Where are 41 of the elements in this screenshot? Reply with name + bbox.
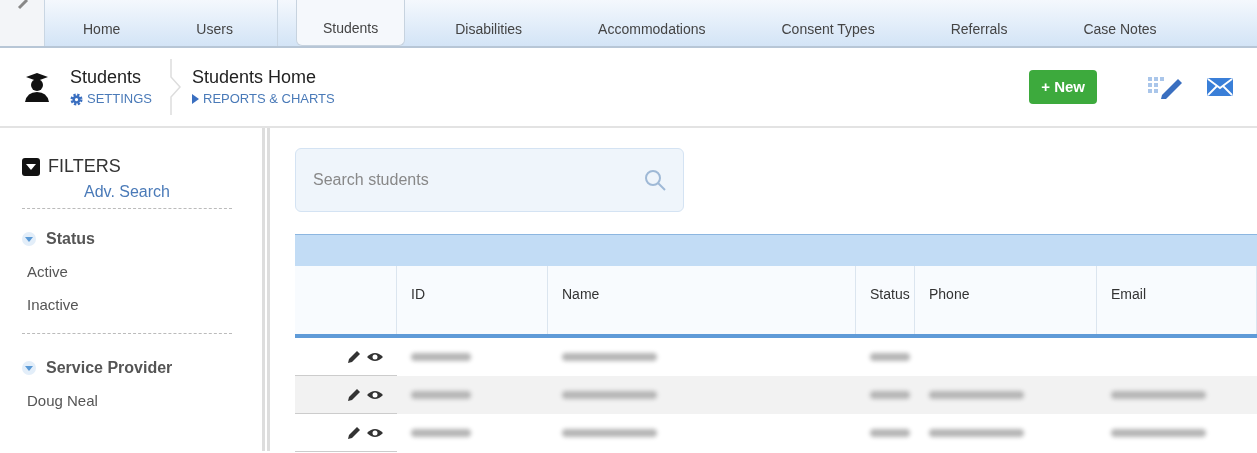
student-graduate-icon — [24, 72, 50, 102]
nav-tab[interactable]: Accommodations — [560, 0, 744, 46]
nav-tab[interactable]: Referrals — [912, 0, 1046, 46]
module-title: Students — [70, 66, 143, 90]
settings-icon — [70, 92, 83, 106]
triangle-icon — [192, 94, 199, 104]
edit-icon[interactable] — [347, 387, 361, 402]
filter-option[interactable]: Inactive — [27, 294, 79, 317]
search-input[interactable]: Search students — [313, 168, 644, 192]
column-header[interactable]: Email — [1111, 286, 1146, 302]
breadcrumb-separator — [170, 59, 182, 115]
edit-icon[interactable] — [347, 349, 361, 364]
column-header[interactable]: Phone — [929, 286, 970, 302]
filter-option[interactable]: Doug Neal — [27, 390, 98, 413]
search-field[interactable]: Search students — [295, 148, 684, 212]
view-icon[interactable] — [367, 389, 383, 400]
column-header[interactable]: Name — [562, 286, 600, 302]
grid-edit-icon[interactable] — [1147, 75, 1185, 99]
nav-tab[interactable]: Consent Types — [743, 0, 913, 46]
edit-icon[interactable] — [347, 425, 361, 440]
settings-link[interactable]: SETTINGS — [70, 89, 152, 109]
mail-icon[interactable] — [1207, 78, 1233, 96]
adv-search-link[interactable]: Adv. Search — [84, 180, 170, 204]
filter-option[interactable]: Active — [27, 261, 68, 284]
nav-tab[interactable]: Students — [295, 0, 406, 46]
filter-group-title[interactable]: Status — [46, 227, 95, 251]
view-icon[interactable] — [367, 427, 383, 438]
page-title: Students Home — [192, 66, 318, 90]
expanded-caret-icon[interactable] — [22, 361, 36, 375]
nav-tab[interactable]: Users — [158, 0, 271, 46]
column-header[interactable]: Status — [870, 286, 910, 302]
column-header[interactable]: ID — [411, 286, 425, 302]
nav-tab[interactable]: Disabilities — [417, 0, 561, 46]
filters-title: FILTERS — [48, 155, 121, 178]
view-icon[interactable] — [367, 351, 383, 362]
nav-tab[interactable]: Home — [45, 0, 159, 46]
collapse-icon[interactable] — [22, 157, 40, 176]
nav-tab[interactable]: Case Notes — [1045, 0, 1195, 46]
filter-group-title[interactable]: Service Provider — [46, 356, 173, 380]
expanded-caret-icon[interactable] — [22, 232, 36, 246]
reports-link[interactable]: REPORTS & CHARTS — [192, 89, 335, 109]
